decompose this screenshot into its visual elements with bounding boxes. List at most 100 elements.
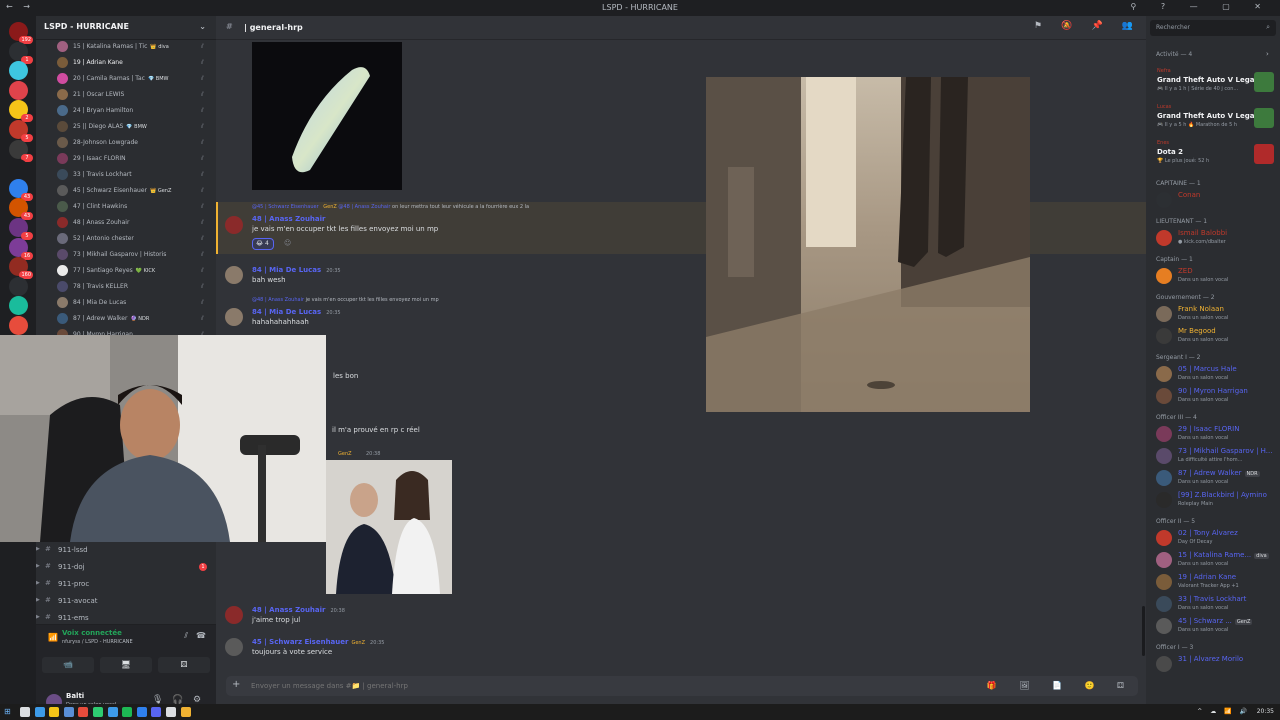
server-icon[interactable]: 160	[9, 257, 33, 280]
header-tools[interactable]: ⚑ 🔕 📌 👥	[1034, 21, 1141, 31]
message-author[interactable]: 48 | Anass Zouhair	[252, 215, 326, 223]
video-frame[interactable]	[706, 77, 1030, 412]
member-row[interactable]: Frank Nolaan Dans un salon vocal	[1156, 304, 1280, 326]
avatar[interactable]	[225, 266, 243, 284]
server-icon[interactable]: 5	[9, 218, 33, 240]
server-icon[interactable]	[9, 61, 28, 81]
member-row[interactable]: 15 | Katalina Rame... diva Dans un salon v…	[1156, 550, 1280, 572]
taskbar-app-icon[interactable]	[34, 707, 45, 717]
member-row[interactable]: Ismail Balobbi ● kick.com/dbalter	[1156, 228, 1280, 250]
photo-attachment[interactable]	[326, 460, 452, 594]
scrollbar[interactable]	[1142, 606, 1145, 656]
message-author[interactable]: 84 | Mia De Lucas 20:35	[252, 266, 341, 274]
server-header[interactable]: LSPD - HURRICANE ⌄	[36, 16, 216, 40]
member-name: 90 | Myron Harrigan	[1178, 387, 1248, 395]
attached-image[interactable]	[252, 42, 402, 190]
camera-button[interactable]: 📹	[42, 657, 94, 673]
server-icon[interactable]: 192	[9, 22, 33, 44]
activity-card[interactable]: Nefra Grand Theft Auto V Legacy 🎮 Il y a 1…	[1154, 68, 1278, 102]
member-row[interactable]: 33 | Travis Lockhart Dans un salon vocal	[1156, 594, 1280, 616]
reply-preview[interactable]: @48 | Anass Zouhair je vais m'en occuper…	[252, 297, 439, 303]
message-author[interactable]: 84 | Mia De Lucas 20:35	[252, 308, 341, 316]
taskbar-app-icon[interactable]	[122, 707, 133, 717]
taskbar-app-icon[interactable]	[136, 707, 147, 717]
avatar	[57, 201, 68, 212]
reply-preview[interactable]: @45 | Schwarz Eisenhauer GenZ @48 | Anas…	[252, 204, 529, 210]
server-icon[interactable]: 43	[9, 198, 33, 221]
chevron-down-icon[interactable]: ⌄	[199, 22, 206, 31]
composer-tools[interactable]: 🎁 🖼 📄 🙂 ⚃	[987, 681, 1134, 690]
avatar[interactable]	[225, 638, 243, 656]
taskbar-app-icon[interactable]	[49, 707, 60, 717]
member-row[interactable]: Conan	[1156, 190, 1280, 212]
member-name: 45 | Schwarz Eisenhauer 👑 GenZ	[73, 187, 172, 194]
activities-button[interactable]: ⚄	[158, 657, 210, 673]
server-icon[interactable]: 5	[9, 120, 33, 142]
message-author[interactable]: 48 | Anass Zouhair 20:38	[252, 606, 345, 614]
reaction-laugh[interactable]: 😂 4	[252, 238, 274, 250]
avatar[interactable]	[225, 216, 243, 234]
screen-share-button[interactable]: 🖥	[100, 657, 152, 673]
taskbar-app-icon[interactable]	[63, 707, 74, 717]
taskbar-app-icon[interactable]	[107, 707, 118, 717]
member-row[interactable]: 45 | Schwarz ... GenZ Dans un salon vocal	[1156, 616, 1280, 638]
server-icon[interactable]: 1	[9, 41, 33, 64]
message-input[interactable]	[251, 682, 651, 690]
system-tray[interactable]: ^ ☁ 📶 🔊	[1197, 708, 1250, 715]
voice-location[interactable]: nfuryss / LSPD - HURRICANE	[62, 639, 133, 645]
channel-title: | general-hrp	[244, 23, 303, 32]
channel-911-proc[interactable]: ▶ #911-proc	[36, 578, 216, 592]
member-row[interactable]: 29 | Isaac FLORIN Dans un salon vocal	[1156, 424, 1280, 446]
windows-start-icon[interactable]: ⊞	[4, 707, 11, 716]
avatar[interactable]	[225, 606, 243, 624]
noise-icon[interactable]: ⫽	[184, 631, 188, 641]
member-row[interactable]: 31 | Alvarez Morilo	[1156, 654, 1280, 676]
member-row[interactable]: 90 | Myron Harrigan Dans un salon vocal	[1156, 386, 1280, 408]
search-input[interactable]: Rechercher ⌕	[1150, 20, 1276, 36]
taskbar-app-icon[interactable]	[78, 707, 89, 717]
server-icon[interactable]	[9, 80, 28, 100]
member-name: 31 | Alvarez Morilo	[1178, 655, 1244, 663]
muted-icon: ⫽	[201, 107, 204, 114]
member-status: Valorant Tracker App +1	[1178, 583, 1239, 589]
member-status: Dans un salon vocal	[1178, 315, 1229, 321]
server-icon[interactable]: 43	[9, 178, 33, 201]
server-icon[interactable]: 7	[9, 139, 33, 162]
server-icon[interactable]	[9, 316, 28, 335]
taskbar-app-icon[interactable]	[20, 707, 30, 717]
taskbar-app-icon[interactable]	[151, 707, 162, 717]
taskbar-app-icon[interactable]	[180, 707, 191, 717]
server-icon[interactable]	[9, 276, 28, 296]
plus-icon[interactable]: +	[232, 679, 240, 690]
activity-card[interactable]: Lucas Grand Theft Auto V Legacy 🎮 Il y a 5…	[1154, 104, 1278, 138]
chevron-right-icon[interactable]: ›	[1266, 50, 1269, 58]
member-row[interactable]: [99] Z.Blackbird | Aymino Roleplay Main	[1156, 490, 1280, 512]
muted-icon: ⫽	[201, 299, 204, 306]
message-author[interactable]: 45 | Schwarz Eisenhauer GenZ 20:35	[252, 638, 384, 646]
avatar[interactable]	[225, 308, 243, 326]
server-icon[interactable]: 16	[9, 237, 33, 260]
hash-icon: #	[45, 545, 51, 553]
channel-911-avocat[interactable]: ▶ #911-avocat	[36, 595, 216, 609]
member-row[interactable]: 73 | Mikhail Gasparov | H... La difficult…	[1156, 446, 1280, 468]
add-reaction-icon[interactable]: ☺	[284, 239, 291, 247]
member-row[interactable]: 87 | Adrew Walker NDR Dans un salon vocal	[1156, 468, 1280, 490]
activity-card[interactable]: Enes Dota 2 🏆 Le plus joué: 52 h	[1154, 140, 1278, 174]
channel-911-doj[interactable]: ▶ #911-doj 1	[36, 561, 216, 575]
activity-user: Enes	[1157, 140, 1170, 146]
member-row[interactable]: Mr Begood Dans un salon vocal	[1156, 326, 1280, 348]
member-row[interactable]: 02 | Tony Alvarez Day Of Decay	[1156, 528, 1280, 550]
taskbar-app-icon[interactable]	[93, 707, 103, 717]
channel-911-lssd[interactable]: ▶ #911-lssd	[36, 544, 216, 558]
server-icon[interactable]	[9, 296, 28, 316]
mention-badge: 1	[199, 563, 207, 571]
window-controls[interactable]: ⚲ ? — ▢ ✕	[1130, 2, 1272, 11]
member-row[interactable]: 19 | Adrian Kane Valorant Tracker App +1	[1156, 572, 1280, 594]
taskbar-app-icon[interactable]	[166, 707, 176, 717]
server-icon[interactable]	[9, 159, 28, 179]
channel-header: # | general-hrp ⚑ 🔕 📌 👥	[216, 16, 1146, 40]
disconnect-icon[interactable]: ☎	[196, 631, 206, 640]
member-row[interactable]: ZED Dans un salon vocal	[1156, 266, 1280, 288]
server-icon[interactable]: 2	[9, 100, 33, 123]
member-row[interactable]: 05 | Marcus Hale Dans un salon vocal	[1156, 364, 1280, 386]
